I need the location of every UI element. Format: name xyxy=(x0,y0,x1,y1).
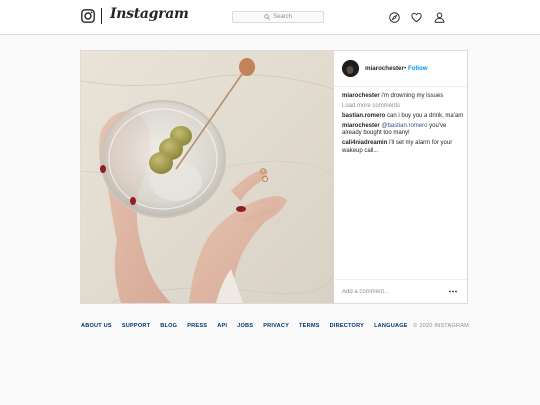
footer-link-about[interactable]: ABOUT US xyxy=(81,323,112,329)
comment-item: cali4niadreamin i'll set my alarm for yo… xyxy=(342,140,464,155)
more-options-icon[interactable] xyxy=(449,290,457,293)
comment-item: bastian.romero can i buy you a drink, ma… xyxy=(342,113,464,121)
footer-links: ABOUT US SUPPORT BLOG PRESS API JOBS PRI… xyxy=(81,323,418,329)
footer-link-terms[interactable]: TERMS xyxy=(299,323,320,329)
footer-link-api[interactable]: API xyxy=(217,323,227,329)
footer-link-support[interactable]: SUPPORT xyxy=(122,323,150,329)
comment-mention[interactable]: @bastian.romero xyxy=(381,123,427,129)
post-card: miarochester • Follow miarochester i'm d… xyxy=(80,50,468,304)
caption: miarochester i'm drowning my issues xyxy=(342,93,464,101)
search-box[interactable]: Search xyxy=(232,11,324,23)
footer-link-jobs[interactable]: JOBS xyxy=(237,323,253,329)
add-comment-input[interactable] xyxy=(342,287,442,297)
camera-icon[interactable] xyxy=(81,9,95,23)
footer-link-privacy[interactable]: PRIVACY xyxy=(263,323,289,329)
follow-button[interactable]: Follow xyxy=(408,65,428,72)
top-navigation-bar: Instagram Search xyxy=(0,0,540,35)
caption-username[interactable]: miarochester xyxy=(342,93,380,99)
olive-martini-photo xyxy=(81,51,334,303)
comment-username[interactable]: miarochester xyxy=(342,123,380,129)
post-header: miarochester • Follow xyxy=(334,51,467,87)
post-photo[interactable] xyxy=(81,51,334,303)
avatar[interactable] xyxy=(342,60,359,77)
heart-icon[interactable] xyxy=(411,12,422,23)
post-sidebar: miarochester • Follow miarochester i'm d… xyxy=(334,51,467,303)
comment-username[interactable]: cali4niadreamin xyxy=(342,140,387,146)
instagram-wordmark[interactable]: Instagram xyxy=(110,6,189,22)
profile-icon[interactable] xyxy=(434,12,445,23)
footer-link-blog[interactable]: BLOG xyxy=(160,323,177,329)
footer-link-directory[interactable]: DIRECTORY xyxy=(330,323,364,329)
add-comment-row xyxy=(334,279,467,303)
comments-list: miarochester i'm drowning my issues Load… xyxy=(342,93,464,155)
owner-username[interactable]: miarochester xyxy=(365,65,404,72)
copyright: © 2020 INSTAGRAM xyxy=(413,323,469,329)
compass-icon[interactable] xyxy=(389,12,400,23)
caption-text: i'm drowning my issues xyxy=(381,93,444,99)
avatar-image xyxy=(342,60,359,77)
footer-link-language[interactable]: LANGUAGE xyxy=(374,323,408,329)
footer-link-press[interactable]: PRESS xyxy=(187,323,207,329)
search-placeholder: Search xyxy=(272,14,292,20)
comment-username[interactable]: bastian.romero xyxy=(342,113,385,119)
load-more-comments-button[interactable]: Load more comments xyxy=(342,103,464,111)
comment-text: can i buy you a drink, ma'am xyxy=(387,113,464,120)
separator-dot: • xyxy=(404,65,407,72)
comment-item: miarochester @bastian.romero you've alre… xyxy=(342,123,464,138)
search-icon xyxy=(264,14,270,20)
logo-divider xyxy=(101,8,102,24)
